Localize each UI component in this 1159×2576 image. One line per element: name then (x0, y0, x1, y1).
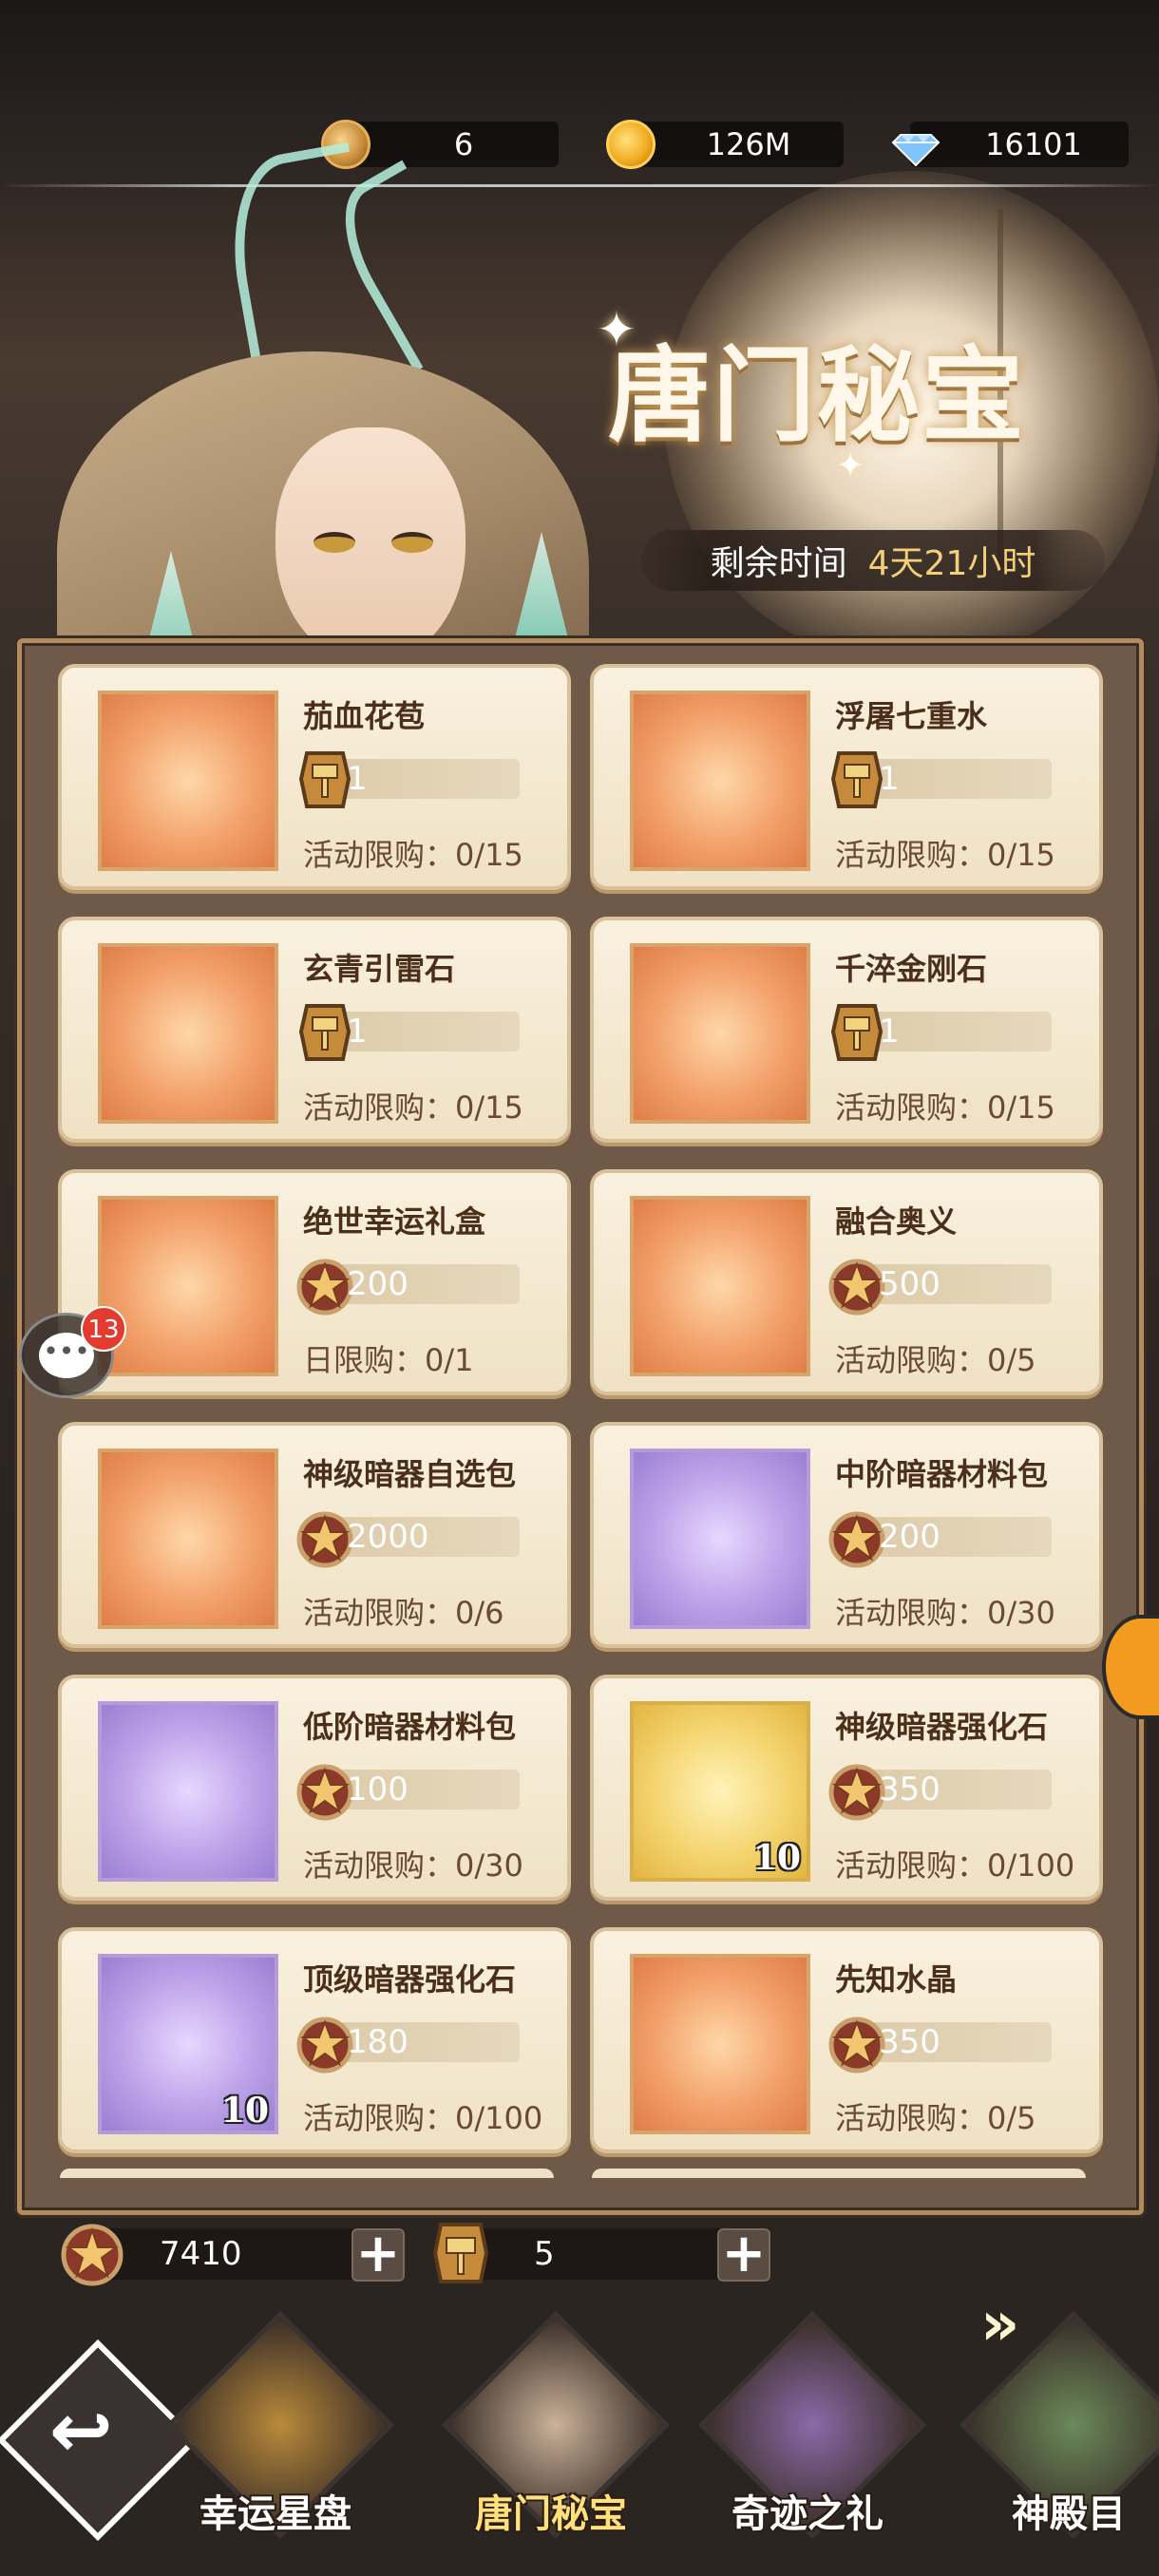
add-star-medal-button[interactable]: + (352, 2227, 405, 2282)
hero-eye-right (391, 532, 433, 553)
diamond-value: 16101 (985, 126, 1082, 162)
next-card-edge-2 (592, 2169, 1086, 2178)
nav-tab-2[interactable]: 唐门秘宝 (437, 2310, 671, 2576)
item-name: 浮屠七重水 (835, 698, 988, 734)
star-medal-balance: 7410 (160, 2235, 242, 2273)
item-thumbnail[interactable] (98, 943, 278, 1124)
chat-button[interactable]: ••• 13 (19, 1306, 126, 1398)
shop-item-card[interactable]: 绝世幸运礼盒 200 日限购：0/1 (58, 1169, 571, 1395)
shop-item-card[interactable]: 中阶暗器材料包 200 活动限购：0/30 (590, 1422, 1103, 1648)
hammer-token-icon (432, 2223, 489, 2283)
item-thumbnail[interactable] (98, 1449, 278, 1629)
diamond-counter: 16101 (891, 122, 1129, 167)
purchase-limit: 活动限购：0/15 (835, 837, 1055, 873)
purchase-limit: 活动限购：0/30 (835, 1595, 1055, 1631)
chat-unread-badge: 13 (81, 1306, 126, 1352)
shop-item-card[interactable]: 融合奥义 500 活动限购：0/5 (590, 1169, 1103, 1395)
item-name: 神级暗器强化石 (835, 1709, 1049, 1745)
purchase-limit: 活动限购：0/6 (303, 1595, 504, 1631)
purchase-limit: 活动限购：0/15 (835, 1089, 1055, 1126)
item-quantity-badge: 10 (220, 2091, 269, 2131)
nav-tab-3[interactable]: 奇迹之礼 (694, 2310, 927, 2576)
shop-item-card[interactable]: 神级暗器自选包 2000 活动限购：0/6 (58, 1422, 571, 1648)
nav-tab-4[interactable]: 神殿目 (955, 2310, 1159, 2576)
item-quantity-badge: 10 (752, 1838, 801, 1878)
purchase-limit: 活动限购：0/100 (303, 2100, 543, 2136)
shop-item-card[interactable]: 先知水晶 350 活动限购：0/5 (590, 1927, 1103, 2153)
nav-tab-label: 幸运星盘 (200, 2491, 352, 2536)
shop-item-card[interactable]: 浮屠七重水 1 活动限购：0/15 (590, 664, 1103, 890)
item-thumbnail[interactable] (98, 691, 278, 871)
nav-tab-1[interactable]: 幸运星盘 (162, 2310, 395, 2576)
shop-item-card[interactable]: 低阶暗器材料包 100 活动限购：0/30 (58, 1675, 571, 1901)
item-name: 茄血花苞 (303, 698, 426, 734)
purchase-limit: 活动限购：0/15 (303, 837, 523, 873)
item-price: 1 (879, 760, 900, 798)
purchase-limit: 活动限购：0/5 (835, 2100, 1036, 2136)
item-name: 中阶暗器材料包 (835, 1456, 1049, 1492)
hero-face (276, 427, 466, 665)
item-price: 200 (879, 1518, 940, 1556)
item-price: 350 (879, 1771, 940, 1809)
event-title: 唐门秘宝 (608, 336, 1027, 456)
item-name: 玄青引雷石 (303, 951, 456, 987)
back-arrow-icon: ↩ (48, 2386, 113, 2475)
nav-tab-label: 唐门秘宝 (475, 2491, 627, 2536)
item-price: 2000 (347, 1518, 429, 1556)
item-thumbnail[interactable]: 10 (630, 1701, 810, 1882)
shop-item-card[interactable]: 10 顶级暗器强化石 180 活动限购：0/100 (58, 1927, 571, 2153)
purchase-limit: 活动限购：0/100 (835, 1847, 1075, 1884)
remaining-time-value: 4天21小时 (867, 544, 1036, 583)
hero-eye-left (314, 532, 355, 553)
item-thumbnail[interactable] (630, 691, 810, 871)
hero-character-art (0, 114, 665, 769)
purchase-limit: 活动限购：0/15 (303, 1089, 523, 1126)
item-name: 先知水晶 (835, 1961, 958, 1998)
shop-item-card[interactable]: 10 神级暗器强化石 350 活动限购：0/100 (590, 1675, 1103, 1901)
item-price: 180 (347, 2023, 408, 2061)
shop-item-card[interactable]: 玄青引雷石 1 活动限购：0/15 (58, 917, 571, 1143)
item-thumbnail[interactable] (98, 1196, 278, 1376)
shop-item-card[interactable]: 千淬金刚石 1 活动限购：0/15 (590, 917, 1103, 1143)
remaining-time-label: 剩余时间 (710, 544, 847, 583)
item-price: 1 (879, 1013, 900, 1051)
item-price: 1 (347, 1013, 368, 1051)
nav-tab-label: 奇迹之礼 (732, 2491, 884, 2536)
remaining-time: 剩余时间 4天21小时 (641, 530, 1105, 591)
item-price: 500 (879, 1265, 940, 1303)
item-thumbnail[interactable] (630, 943, 810, 1124)
item-name: 神级暗器自选包 (303, 1456, 517, 1492)
item-price: 350 (879, 2023, 940, 2061)
item-name: 顶级暗器强化石 (303, 1961, 517, 1998)
item-name: 绝世幸运礼盒 (303, 1203, 486, 1240)
item-thumbnail[interactable] (630, 1196, 810, 1376)
item-name: 低阶暗器材料包 (303, 1709, 517, 1745)
next-card-edge (60, 2169, 554, 2178)
shop-item-grid: 茄血花苞 1 活动限购：0/15 浮屠七重水 1 活动限购：0/15 玄青引雷石 1 活动限购：… (58, 653, 1122, 2153)
hammer-token-balance: 5 (534, 2235, 555, 2273)
shop-item-card[interactable]: 茄血花苞 1 活动限购：0/15 (58, 664, 571, 890)
add-hammer-token-button[interactable]: + (717, 2227, 770, 2282)
purchase-limit: 活动限购：0/5 (835, 1342, 1036, 1378)
item-thumbnail[interactable] (630, 1954, 810, 2134)
diamond-icon (891, 120, 940, 169)
item-price: 1 (347, 760, 368, 798)
star-medal-icon (61, 2224, 124, 2286)
purchase-limit: 日限购：0/1 (303, 1342, 474, 1378)
purchase-limit: 活动限购：0/30 (303, 1847, 523, 1884)
shop-panel: 茄血花苞 1 活动限购：0/15 浮屠七重水 1 活动限购：0/15 玄青引雷石 1 活动限购：… (17, 638, 1144, 2215)
item-thumbnail[interactable]: 10 (98, 1954, 278, 2134)
item-price: 100 (347, 1771, 408, 1809)
item-price: 200 (347, 1265, 408, 1303)
nav-tab-label: 神殿目 (1012, 2491, 1126, 2536)
item-thumbnail[interactable] (630, 1449, 810, 1629)
item-name: 融合奥义 (835, 1203, 958, 1240)
item-name: 千淬金刚石 (835, 951, 988, 987)
item-thumbnail[interactable] (98, 1701, 278, 1882)
